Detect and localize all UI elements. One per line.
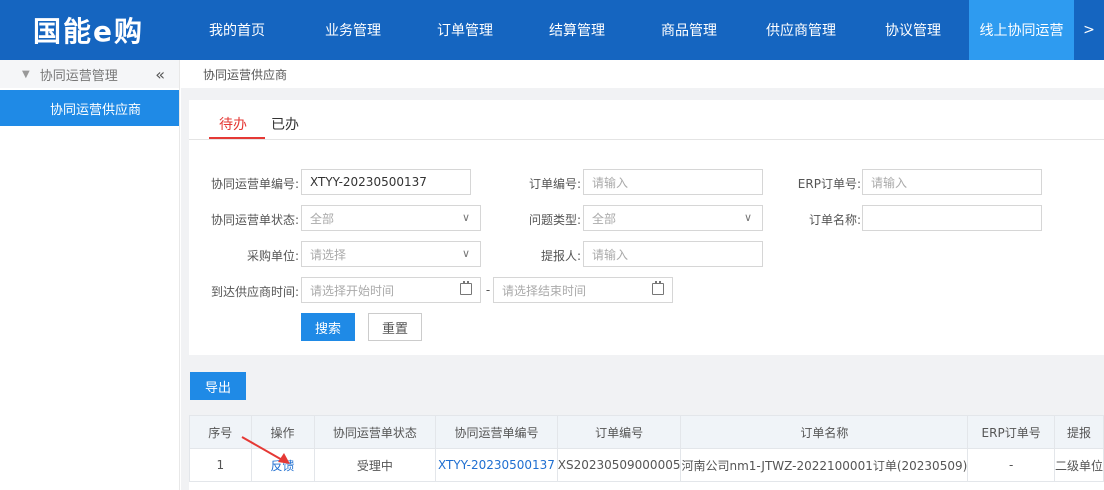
nav-suppliers[interactable]: 供应商管理	[745, 0, 857, 60]
status-label: 协同运营单状态:	[210, 213, 299, 227]
issue-select[interactable]: 全部 ∨	[583, 205, 763, 231]
issue-label: 问题类型:	[528, 213, 581, 227]
results-table: 序号 操作 协同运营单状态 协同运营单编号 订单编号 订单名称 ERP订单号 提…	[189, 415, 1104, 482]
chevron-down-icon: ∨	[461, 211, 470, 224]
active-tab-indicator	[209, 137, 265, 139]
end-date-placeholder: 请选择结束时间	[502, 283, 587, 298]
chevron-down-icon: ∨	[461, 247, 470, 260]
cell-reporter: 二级单位	[1053, 448, 1104, 482]
buyer-select-placeholder: 请选择	[310, 247, 347, 262]
nav-online-coop[interactable]: 线上协同运营	[969, 0, 1074, 60]
sidebar: ▼ 协同运营管理 « 协同运营供应商	[0, 60, 180, 490]
tab-done[interactable]: 已办	[271, 114, 299, 134]
order-no-input[interactable]: XTYY-20230500137	[301, 169, 471, 195]
buyer-label: 采购单位:	[246, 249, 299, 263]
sidebar-group-label: 协同运营管理	[39, 68, 118, 84]
tab-pending[interactable]: 待办	[219, 114, 247, 134]
table-row: 1 反馈 受理中 XTYY-20230500137 XS202305090000…	[189, 448, 1104, 482]
column-header: ERP订单号	[967, 415, 1055, 449]
order-id-label: 订单编号:	[528, 177, 581, 191]
sidebar-item-coop-supplier[interactable]: 协同运营供应商	[0, 90, 179, 126]
search-button[interactable]: 搜索	[301, 313, 355, 341]
start-date-placeholder: 请选择开始时间	[310, 283, 395, 298]
column-header: 协同运营单编号	[435, 415, 558, 449]
export-button[interactable]: 导出	[190, 372, 246, 400]
tab-bar: 待办 已办	[189, 100, 1104, 140]
caret-down-icon: ▼	[22, 68, 30, 80]
start-date-input[interactable]: 请选择开始时间	[301, 277, 481, 303]
nav-business[interactable]: 业务管理	[297, 0, 409, 60]
calendar-icon[interactable]	[460, 281, 472, 295]
reporter-label: 提报人:	[540, 249, 581, 263]
collapse-icon[interactable]: «	[155, 65, 165, 84]
erp-label: ERP订单号:	[797, 177, 861, 191]
reset-button[interactable]: 重置	[368, 313, 422, 341]
order-id-input[interactable]: 请输入	[583, 169, 763, 195]
arrive-time-label: 到达供应商时间:	[210, 285, 299, 299]
cell-erp: -	[967, 448, 1055, 482]
nav-home[interactable]: 我的首页	[177, 0, 297, 60]
search-panel: 待办 已办 协同运营单编号: XTYY-20230500137 订单编号: 请输…	[189, 100, 1104, 355]
end-date-input[interactable]: 请选择结束时间	[493, 277, 673, 303]
cell-order-name: 河南公司nm1-JTWZ-2022100001订单(20230509)	[680, 448, 969, 482]
buyer-select[interactable]: 请选择 ∨	[301, 241, 481, 267]
nav-agreements[interactable]: 协议管理	[857, 0, 969, 60]
column-header: 提报	[1053, 415, 1104, 449]
cell-status: 受理中	[313, 448, 437, 482]
nav-orders[interactable]: 订单管理	[409, 0, 521, 60]
reporter-input[interactable]: 请输入	[583, 241, 763, 267]
results-table-container: 序号 操作 协同运营单状态 协同运营单编号 订单编号 订单名称 ERP订单号 提…	[189, 415, 1104, 490]
order-name-label: 订单名称:	[808, 213, 861, 227]
chevron-down-icon: ∨	[743, 211, 752, 224]
nav-more-icon[interactable]: >	[1074, 0, 1104, 60]
annotation-arrow-icon	[241, 436, 290, 464]
date-range-separator: -	[485, 283, 491, 297]
breadcrumb: 协同运营供应商	[181, 60, 1104, 88]
cell-order-id: XS20230509000005	[556, 448, 682, 482]
status-select-value: 全部	[310, 211, 335, 226]
table-header-row: 序号 操作 协同运营单状态 协同运营单编号 订单编号 订单名称 ERP订单号 提…	[189, 415, 1104, 449]
coop-order-link[interactable]: XTYY-20230500137	[435, 448, 558, 482]
brand-logo[interactable]: 国能e购	[0, 0, 177, 60]
issue-select-value: 全部	[592, 211, 617, 226]
top-navbar: 国能e购 我的首页 业务管理 订单管理 结算管理 商品管理 供应商管理 协议管理…	[0, 0, 1104, 60]
column-header: 协同运营单状态	[313, 415, 437, 449]
sidebar-group-header[interactable]: ▼ 协同运营管理 «	[0, 60, 179, 88]
nav-products[interactable]: 商品管理	[633, 0, 745, 60]
nav-settlement[interactable]: 结算管理	[521, 0, 633, 60]
column-header: 订单名称	[680, 415, 969, 449]
erp-input[interactable]: 请输入	[862, 169, 1042, 195]
calendar-icon[interactable]	[652, 281, 664, 295]
status-select[interactable]: 全部 ∨	[301, 205, 481, 231]
order-no-label: 协同运营单编号:	[210, 177, 299, 191]
main-content: 协同运营供应商 待办 已办 协同运营单编号: XTYY-20230500137 …	[181, 60, 1104, 490]
column-header: 订单编号	[556, 415, 682, 449]
main-nav: 我的首页 业务管理 订单管理 结算管理 商品管理 供应商管理 协议管理 线上协同…	[177, 0, 1104, 60]
order-name-input[interactable]	[862, 205, 1042, 231]
